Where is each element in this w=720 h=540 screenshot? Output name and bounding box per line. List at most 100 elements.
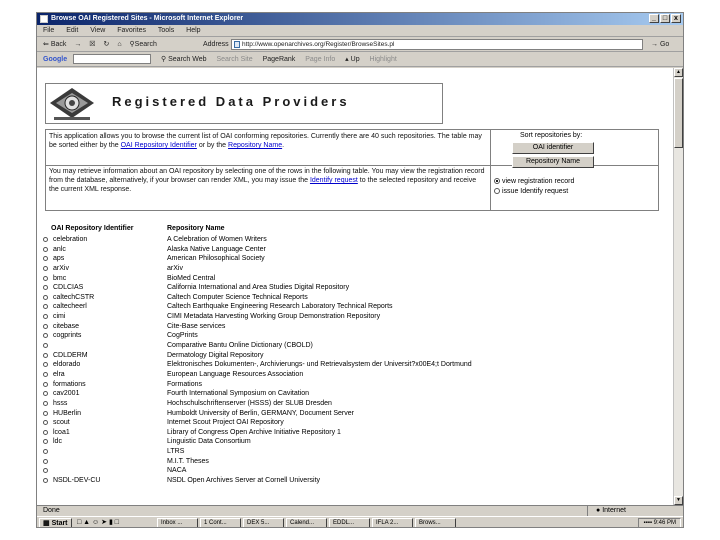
repository-row[interactable]: Comparative Bantu Online Dictionary (CBO… (43, 341, 663, 351)
highlight-button[interactable]: Highlight (370, 56, 397, 63)
view-registration-radio[interactable] (494, 178, 500, 185)
repository-radio[interactable] (43, 410, 48, 416)
repository-radio[interactable] (43, 439, 48, 445)
repository-identifier: CDLDERM (53, 351, 88, 359)
repository-row[interactable]: eldorado Elektronisches Dokumenten-, Arch… (43, 360, 663, 370)
repository-row[interactable]: LTRS (43, 447, 663, 457)
google-search-input[interactable] (73, 54, 152, 65)
repository-radio[interactable] (43, 429, 48, 435)
sort-repository-name-button[interactable]: Repository Name (512, 156, 594, 168)
task-dex[interactable]: DEX 5... (243, 518, 284, 527)
stop-icon[interactable]: ☒ (89, 41, 95, 48)
menu-edit[interactable]: Edit (66, 27, 78, 34)
oai-identifier-link[interactable]: OAI Repository Identifier (121, 142, 197, 149)
repository-radio[interactable] (43, 478, 48, 484)
repository-radio[interactable] (43, 304, 48, 310)
repository-radio[interactable] (43, 265, 48, 271)
repository-row[interactable]: aps American Philosophical Society (43, 254, 663, 264)
address-field[interactable]: http://www.openarchives.org/Register/Bro… (231, 39, 643, 50)
repository-radio[interactable] (43, 468, 48, 474)
repository-radio[interactable] (43, 256, 48, 262)
task-eddl[interactable]: EDDL... (329, 518, 370, 527)
repository-row[interactable]: citebase Cite-Base services (43, 322, 663, 332)
scroll-up-arrow[interactable]: ▲ (674, 68, 683, 77)
repository-name-link[interactable]: Repository Name (228, 142, 282, 149)
go-button[interactable]: → Go (651, 37, 669, 52)
task-calendar[interactable]: Calend... (286, 518, 327, 527)
back-button[interactable]: ⇐ Back (43, 41, 66, 48)
task-contact[interactable]: 1 Cont... (200, 518, 241, 527)
repository-row[interactable]: cimi CIMI Metadata Harvesting Working Gro… (43, 312, 663, 322)
repository-row[interactable]: celebration A Celebration of Women Writer… (43, 235, 663, 245)
repository-row[interactable]: CDLDERM Dermatology Digital Repository (43, 351, 663, 361)
view-registration-option[interactable]: view registration record (494, 178, 574, 185)
sort-oai-identifier-button[interactable]: OAI identifier (512, 142, 594, 154)
repository-row[interactable]: anlc Alaska Native Language Center (43, 245, 663, 255)
search-site-button[interactable]: Search Site (216, 56, 252, 63)
page-info-button[interactable]: Page Info (305, 56, 335, 63)
search-button[interactable]: ⚲Search (130, 41, 157, 48)
repository-radio[interactable] (43, 371, 48, 377)
menu-favorites[interactable]: Favorites (117, 27, 146, 34)
repository-row[interactable]: bmc BioMed Central (43, 274, 663, 284)
scroll-down-arrow[interactable]: ▼ (674, 496, 683, 505)
quick-launch-icons[interactable]: □ ▲ ☺ ➤ ▮ □ (77, 518, 119, 526)
windows-taskbar: ▦ Start □ ▲ ☺ ➤ ▮ □ Inbox ... 1 Cont... … (37, 516, 683, 527)
repository-row[interactable]: arXiv arXiv (43, 264, 663, 274)
close-button[interactable]: x (671, 14, 681, 23)
repository-row[interactable]: cav2001 Fourth International Symposium on… (43, 389, 663, 399)
repository-row[interactable]: NSDL-DEV-CU NSDL Open Archives Server at … (43, 476, 663, 486)
google-logo[interactable]: Google (43, 56, 67, 63)
menu-file[interactable]: File (43, 27, 54, 34)
repository-radio[interactable] (43, 458, 48, 464)
identify-request-link[interactable]: Identify request (310, 177, 358, 184)
repository-radio[interactable] (43, 333, 48, 339)
repository-row[interactable]: caltechCSTR Caltech Computer Science Tech… (43, 293, 663, 303)
repository-row[interactable]: cogprints CogPrints (43, 331, 663, 341)
repository-radio[interactable] (43, 400, 48, 406)
menu-tools[interactable]: Tools (158, 27, 174, 34)
refresh-icon[interactable]: ↻ (104, 41, 110, 48)
issue-identify-radio[interactable] (494, 188, 500, 195)
menu-view[interactable]: View (90, 27, 105, 34)
task-inbox[interactable]: Inbox ... (157, 518, 198, 527)
repository-radio[interactable] (43, 449, 48, 455)
repository-radio[interactable] (43, 381, 48, 387)
forward-button[interactable]: → (74, 41, 81, 48)
repository-radio[interactable] (43, 246, 48, 252)
start-button[interactable]: ▦ Start (39, 518, 72, 527)
repository-row[interactable]: NACA (43, 466, 663, 476)
issue-identify-option[interactable]: issue Identify request (494, 188, 568, 195)
repository-radio[interactable] (43, 352, 48, 358)
repository-radio[interactable] (43, 237, 48, 242)
repository-radio[interactable] (43, 420, 48, 426)
repository-radio[interactable] (43, 362, 48, 368)
repository-row[interactable]: M.I.T. Theses (43, 457, 663, 467)
home-icon[interactable]: ⌂ (117, 41, 121, 48)
menu-help[interactable]: Help (186, 27, 200, 34)
repository-row[interactable]: hsss Hochschulschriftenserver (HSSS) der … (43, 399, 663, 409)
repository-row[interactable]: elra European Language Resources Associat… (43, 370, 663, 380)
repository-row[interactable]: scout Internet Scout Project OAI Reposito… (43, 418, 663, 428)
up-button[interactable]: ▴ Up (345, 56, 359, 63)
repository-row[interactable]: HUBerlin Humboldt University of Berlin, G… (43, 409, 663, 419)
repository-radio[interactable] (43, 391, 48, 397)
minimize-button[interactable]: _ (649, 14, 659, 23)
search-web-button[interactable]: ⚲ Search Web (161, 56, 206, 63)
maximize-button[interactable]: □ (660, 14, 670, 23)
repository-row[interactable]: caltecheerl Caltech Earthquake Engineerin… (43, 302, 663, 312)
repository-row[interactable]: ldc Linguistic Data Consortium (43, 437, 663, 447)
vertical-scrollbar[interactable]: ▲ ▼ (673, 68, 683, 505)
repository-row[interactable]: formations Formations (43, 380, 663, 390)
task-ifla[interactable]: IFLA 2... (372, 518, 413, 527)
scroll-thumb[interactable] (674, 78, 683, 148)
repository-radio[interactable] (43, 275, 48, 281)
repository-radio[interactable] (43, 323, 48, 329)
repository-row[interactable]: lcoa1 Library of Congress Open Archive In… (43, 428, 663, 438)
repository-radio[interactable] (43, 314, 48, 320)
task-browse[interactable]: Brows... (415, 518, 456, 527)
repository-radio[interactable] (43, 343, 48, 349)
repository-radio[interactable] (43, 285, 48, 291)
repository-row[interactable]: CDLCIAS California International and Area… (43, 283, 663, 293)
repository-radio[interactable] (43, 294, 48, 300)
